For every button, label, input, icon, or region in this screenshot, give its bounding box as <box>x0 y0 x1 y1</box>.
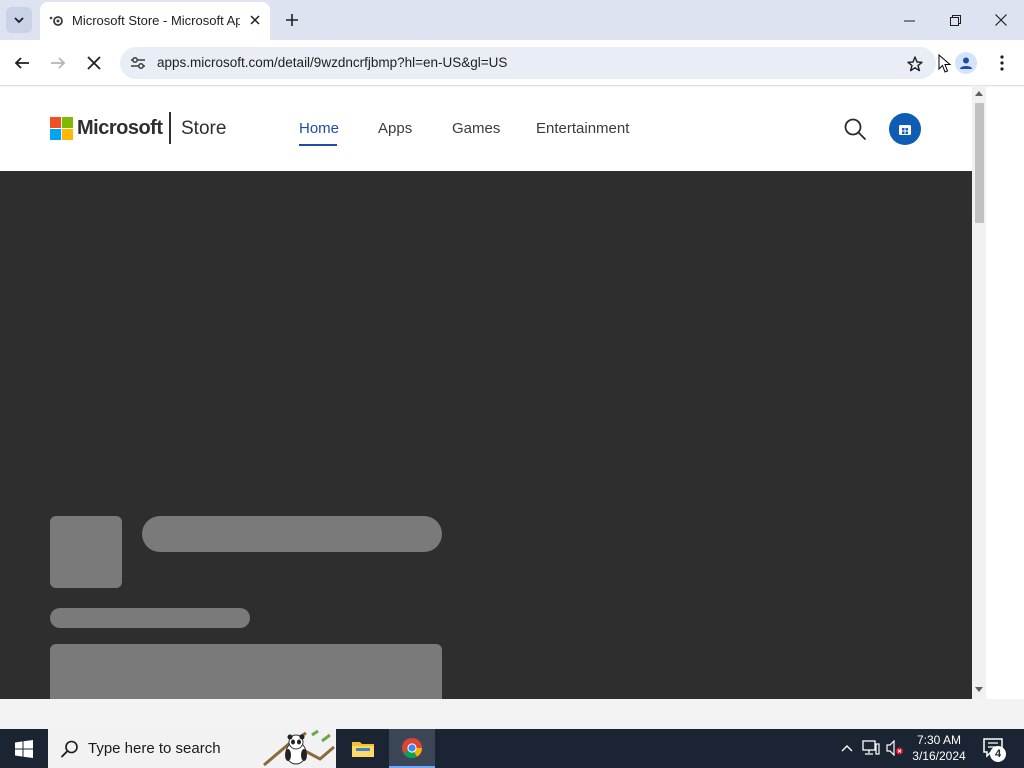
store-brand-text[interactable]: Store <box>181 118 226 140</box>
star-icon <box>907 56 923 72</box>
skeleton-app-icon <box>50 516 122 588</box>
close-icon <box>250 15 260 25</box>
tab-close-button[interactable] <box>246 11 264 29</box>
nav-home[interactable]: Home <box>299 120 339 137</box>
nav-active-indicator <box>299 144 337 146</box>
product-hero-loading <box>0 171 972 699</box>
nav-apps[interactable]: Apps <box>378 120 412 137</box>
page-scrollbar[interactable] <box>972 87 986 699</box>
search-highlight-panda-icon <box>263 729 335 767</box>
stop-icon <box>87 56 101 70</box>
microsoft-brand-text[interactable]: Microsoft <box>77 117 163 140</box>
taskbar-clock[interactable]: 7:30 AM 3/16/2024 <box>906 732 972 764</box>
arrow-left-icon <box>14 57 29 69</box>
search-icon <box>61 740 78 758</box>
tab-title: Microsoft Store - Microsoft App <box>72 13 240 28</box>
taskbar-search-box[interactable]: Type here to search <box>48 729 336 768</box>
volume-control[interactable] <box>886 739 904 757</box>
close-icon <box>995 14 1007 26</box>
network-icon <box>862 740 880 755</box>
skeleton-app-subtitle <box>50 608 250 628</box>
browser-tab-strip: Microsoft Store - Microsoft App <box>0 0 1024 40</box>
file-explorer-icon <box>352 741 374 757</box>
logo-divider <box>169 112 171 144</box>
minimize-button[interactable] <box>886 0 932 40</box>
clock-time: 7:30 AM <box>916 733 962 747</box>
restore-icon <box>949 14 961 26</box>
url-text[interactable]: apps.microsoft.com/detail/9wzdncrfjbmp?h… <box>157 55 507 70</box>
windows-taskbar: Type here to search 7:30 AM 3/16/2024 4 <box>0 729 1024 768</box>
taskbar-search-placeholder: Type here to search <box>88 740 221 757</box>
scroll-thumb[interactable] <box>975 103 984 223</box>
notification-count-badge: 4 <box>990 746 1006 762</box>
minimize-icon <box>903 20 915 21</box>
stop-loading-button[interactable] <box>80 49 108 77</box>
more-vertical-icon <box>1000 55 1004 71</box>
new-tab-button[interactable] <box>280 8 304 32</box>
restore-button[interactable] <box>932 0 978 40</box>
scroll-down-arrow-icon[interactable] <box>975 687 983 692</box>
person-icon <box>960 57 972 69</box>
taskbar-chrome[interactable] <box>389 729 435 768</box>
chrome-icon <box>402 737 423 758</box>
chevron-down-icon <box>14 17 24 24</box>
search-icon[interactable] <box>842 116 868 142</box>
browser-tab[interactable]: Microsoft Store - Microsoft App <box>40 2 270 40</box>
forward-button[interactable] <box>44 49 72 77</box>
window-bottom-strip <box>0 699 1024 729</box>
store-header: Microsoft Store Home Apps Games Entertai… <box>0 87 972 171</box>
page-viewport: Microsoft Store Home Apps Games Entertai… <box>0 87 972 699</box>
clock-date: 3/16/2024 <box>912 749 966 763</box>
window-right-gutter <box>986 87 1024 699</box>
close-window-button[interactable] <box>978 0 1024 40</box>
chevron-up-icon <box>841 745 853 752</box>
bookmark-button[interactable] <box>904 53 926 75</box>
arrow-right-icon <box>51 57 66 69</box>
loading-favicon-icon <box>49 16 63 26</box>
get-store-app-button[interactable] <box>889 113 921 145</box>
microsoft-logo-icon[interactable] <box>50 117 73 140</box>
start-button[interactable] <box>0 729 48 768</box>
skeleton-app-title <box>142 516 442 552</box>
network-status[interactable] <box>862 739 880 757</box>
address-bar[interactable]: apps.microsoft.com/detail/9wzdncrfjbmp?h… <box>120 47 936 79</box>
browser-toolbar: apps.microsoft.com/detail/9wzdncrfjbmp?h… <box>0 40 1024 86</box>
store-bag-icon <box>899 125 911 135</box>
profile-button[interactable] <box>955 52 977 74</box>
windows-logo-icon <box>15 739 33 758</box>
taskbar-file-explorer[interactable] <box>340 729 386 768</box>
nav-games[interactable]: Games <box>452 120 500 137</box>
site-info-button[interactable] <box>128 53 148 73</box>
plus-icon <box>286 14 298 26</box>
mouse-cursor-icon <box>938 54 952 73</box>
browser-menu-button[interactable] <box>990 50 1014 76</box>
back-button[interactable] <box>8 49 36 77</box>
tune-icon <box>131 57 145 69</box>
scroll-up-arrow-icon[interactable] <box>975 91 983 96</box>
volume-muted-icon <box>886 740 903 756</box>
show-hidden-icons-button[interactable] <box>838 739 856 757</box>
nav-entertainment[interactable]: Entertainment <box>536 120 629 137</box>
tab-search-button[interactable] <box>6 7 32 33</box>
skeleton-action-button <box>50 644 442 699</box>
